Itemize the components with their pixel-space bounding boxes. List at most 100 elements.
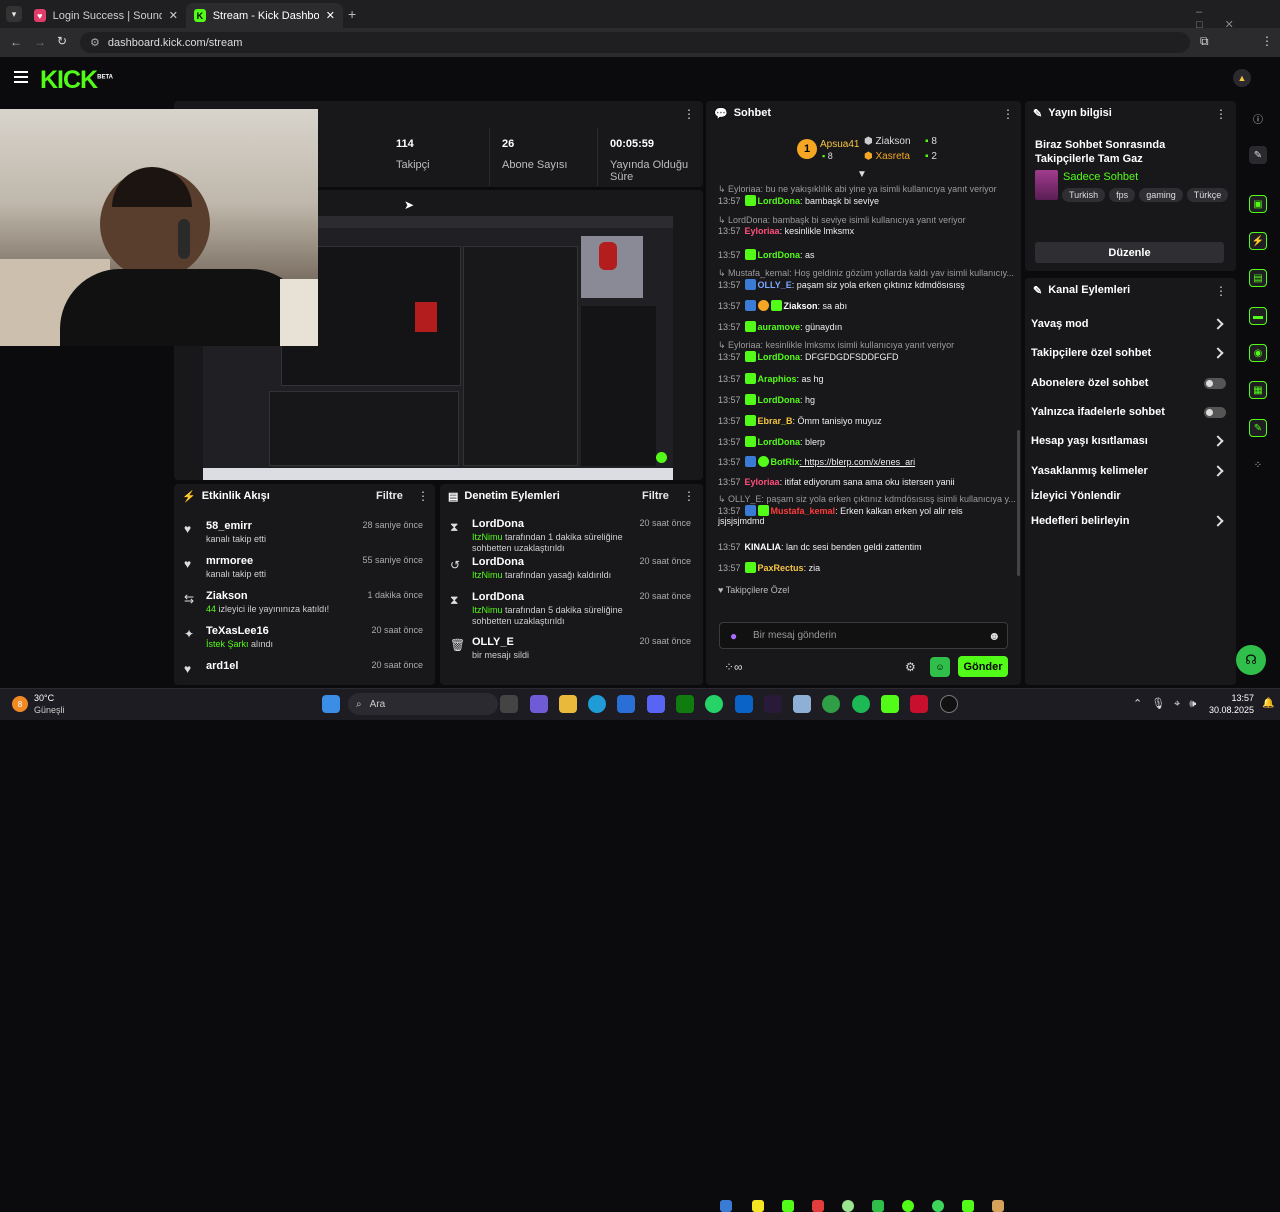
emote-icon[interactable] [842,1200,854,1212]
list-item[interactable]: ♥ ard1el 20 saat önce [174,656,435,686]
user-avatar[interactable]: ▲ [1233,69,1251,87]
category-thumbnail[interactable] [1035,170,1058,200]
chat-message[interactable]: ↳ LordDona: bambaşk bi seviye isimli kul… [718,215,966,236]
emote-icon[interactable] [720,1200,732,1212]
wrench-icon[interactable]: ✎ [1249,419,1267,437]
list-item[interactable]: ✦ TeXasLee16 20 saat önce İstek Şarkı al… [174,621,435,656]
action-subscribers-only[interactable]: Abonelere özel sohbet [1031,377,1226,389]
emote-icon[interactable] [752,1200,764,1212]
event-user[interactable]: Ziakson [206,590,248,602]
emoji-icon[interactable]: ☻ [988,629,1001,643]
discord-icon[interactable] [647,695,665,713]
tab-kick-dashboard[interactable]: K Stream - Kick Dashboard ✕ [186,3,343,28]
chat-message[interactable]: 13:57 KINALIA: lan dc sesi benden geldi z… [718,542,922,552]
channel-points-icon[interactable]: ⁘ [1249,456,1267,474]
weather-desc[interactable]: Güneşli [34,705,65,715]
emote-icon[interactable] [872,1200,884,1212]
app-icon[interactable] [764,695,782,713]
more-options-icon[interactable]: ⋮ [1215,107,1227,121]
chat-message[interactable]: 13:57 Ebrar_B: Ömm tanisiyo muyuz [718,415,882,426]
windows-start-icon[interactable] [322,695,340,713]
emote-icon[interactable] [902,1200,914,1212]
clock-date[interactable]: 30.08.2025 [1208,705,1254,715]
lightning-icon[interactable]: ⚡ [1249,232,1267,250]
leaderboard-user[interactable]: ⬢ Xasreta [864,151,910,162]
chat-message[interactable]: 13:57 LordDona: hg [718,394,815,405]
tab-soundboard[interactable]: ♥ Login Success | Soundboard Bro ✕ [26,3,186,28]
chat-message[interactable]: 13:57 Araphios: as hg [718,373,824,384]
broadcast-icon[interactable]: ◉ [1249,344,1267,362]
chrome-icon[interactable] [822,695,840,713]
chat-message[interactable]: 13:57 LordDona: as [718,249,815,260]
list-item[interactable]: ♥ mrmoree 55 saniye önce kanalı takip et… [174,551,435,586]
xbox-icon[interactable] [676,695,694,713]
new-tab-icon[interactable]: + [348,6,356,22]
chat-message[interactable]: 13:57 Ziakson: sa abı [718,300,847,311]
mod-target-user[interactable]: LordDona [472,518,524,530]
action-emotes-only[interactable]: Yalnızca ifadelerle sohbet [1031,406,1226,418]
mod-target-user[interactable]: LordDona [472,591,524,603]
forward-icon[interactable]: → [34,35,46,49]
reload-icon[interactable]: ↻ [57,34,67,48]
chat-message[interactable]: 13:57 BotRix: https://blerp.com/x/enes_ar… [718,456,915,467]
hamburger-menu-icon[interactable] [14,71,28,83]
event-user[interactable]: mrmoree [206,555,253,567]
weather-icon[interactable]: 8 [12,696,28,712]
store-icon[interactable] [617,695,635,713]
microphone-icon[interactable]: ● [730,629,737,643]
chat-settings-icon[interactable]: ⚙ [905,660,916,674]
action-slow-mode[interactable]: Yavaş mod [1031,318,1226,330]
leaderboard-user[interactable]: ⬢ Ziakson [864,136,911,147]
close-icon[interactable]: ✕ [326,9,335,22]
whatsapp-icon[interactable] [705,695,723,713]
info-icon[interactable]: ⓘ [1249,109,1267,127]
event-user[interactable]: 58_emirr [206,520,252,532]
chat-message[interactable]: 13:57 auramove: günaydın [718,321,842,332]
list-item[interactable]: ⇆ Ziakson 1 dakika önce 44 izleyici ile … [174,586,435,621]
notification-bell-icon[interactable]: 🔔 [1262,698,1274,709]
moderation-filter-button[interactable]: Filtre [642,490,669,502]
copilot-icon[interactable] [530,695,548,713]
emote-icon[interactable] [992,1200,1004,1212]
support-headset-icon[interactable]: ☊ [1236,645,1266,675]
browser-menu-icon[interactable]: ⋮ [1261,34,1273,48]
settings-icon[interactable] [793,695,811,713]
kick-app-icon[interactable] [881,695,899,713]
more-options-icon[interactable]: ⋮ [1002,107,1014,121]
more-options-icon[interactable]: ⋮ [683,107,695,121]
send-button[interactable]: Gönder [958,656,1008,677]
chat-scrollbar[interactable] [1017,430,1020,576]
edge-icon[interactable] [588,695,606,713]
back-icon[interactable]: ← [10,35,22,49]
chat-message[interactable]: ↳ Eyloriaa: kesinlikle lmksmx isimli kul… [718,340,954,362]
chat-message[interactable]: ↳ Eyloriaa: bu ne yakışıklılık abi yine … [718,184,997,206]
event-user[interactable]: TeXasLee16 [206,625,269,637]
notes-icon[interactable]: ▤ [1249,269,1267,287]
list-item[interactable]: ↺ LordDona 20 saat önce ItzNimu tarafınd… [440,552,703,587]
chat-bubble-icon[interactable]: ▬ [1249,307,1267,325]
clock-time[interactable]: 13:57 [1212,693,1254,703]
pencil-icon[interactable]: ✎ [1249,146,1267,164]
tag[interactable]: fps [1109,188,1136,202]
system-tray-icons[interactable]: ⌃🎙⌖🕪 [1133,697,1205,711]
edit-button[interactable]: Düzenle [1035,242,1224,263]
moderation-icon[interactable]: ▦ [1249,381,1267,399]
activity-filter-button[interactable]: Filtre [376,490,403,502]
action-followers-only[interactable]: Takipçilere özel sohbet [1031,347,1226,359]
taskbar-search[interactable]: ⌕ Ara [348,693,498,715]
emote-icon[interactable] [932,1200,944,1212]
list-item[interactable]: ⧗ LordDona 20 saat önce ItzNimu tarafınd… [440,587,703,632]
chat-message[interactable]: 13:57 Eyloriaa: itifat ediyorum sana ama … [718,477,955,487]
emote-icon[interactable] [782,1200,794,1212]
spotify-icon[interactable] [852,695,870,713]
url-field[interactable]: ⚙ dashboard.kick.com/stream [80,32,1190,53]
tag[interactable]: Türkçe [1186,188,1229,202]
weather-temp[interactable]: 30°C [34,693,54,703]
action-account-age[interactable]: Hesap yaşı kısıtlaması [1031,435,1226,447]
close-icon[interactable]: ✕ [169,9,178,22]
more-options-icon[interactable]: ⋮ [1215,284,1227,298]
list-item[interactable]: 🗑 OLLY_E 20 saat önce bir mesajı sildi [440,632,703,667]
emote-icon[interactable] [812,1200,824,1212]
outlook-icon[interactable] [735,695,753,713]
leaderboard-user[interactable]: Apsua41 [820,139,859,150]
